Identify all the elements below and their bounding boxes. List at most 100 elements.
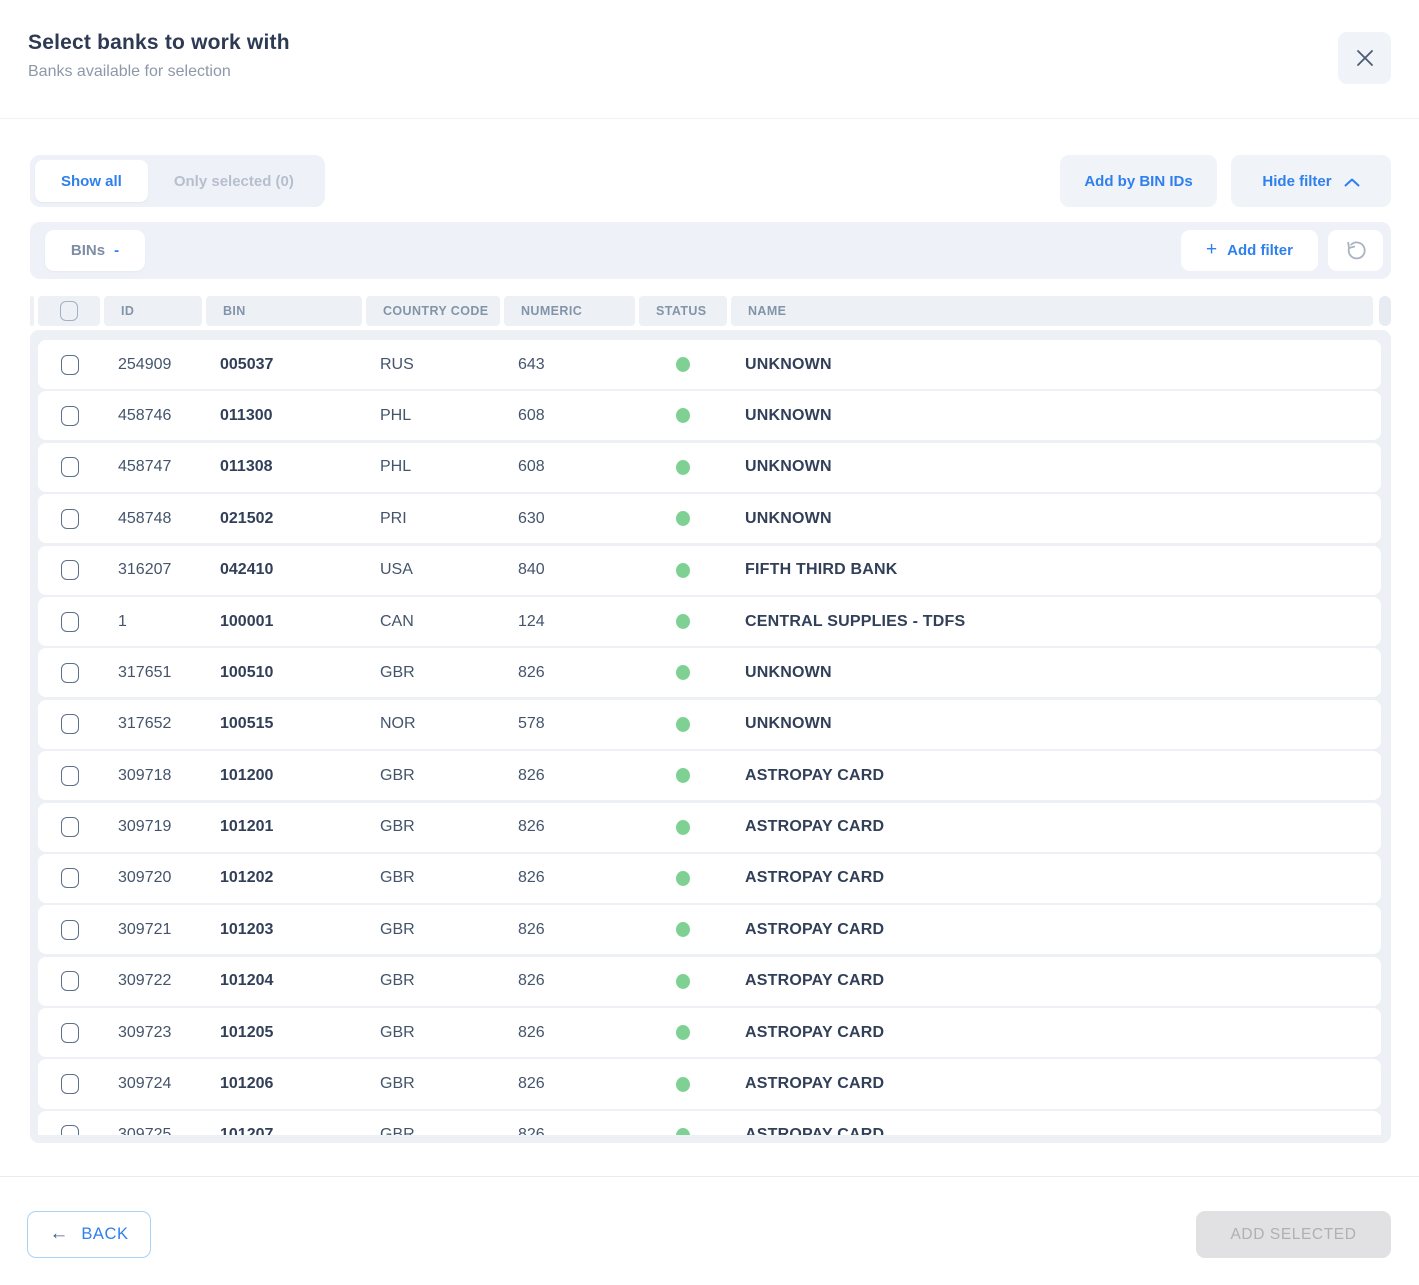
cell-numeric: 826 [502, 921, 637, 939]
row-checkbox[interactable] [61, 612, 79, 632]
cell-name: UNKNOWN [729, 715, 1381, 733]
row-checkbox[interactable] [61, 1074, 79, 1094]
status-dot [676, 768, 690, 783]
column-header-numeric[interactable]: NUMERIC [504, 296, 635, 326]
cell-numeric: 630 [502, 510, 637, 528]
row-checkbox[interactable] [61, 920, 79, 940]
column-header-country-code[interactable]: COUNTRY CODE [366, 296, 500, 326]
table-row[interactable]: 309720 101202 GBR 826 ASTROPAY CARD [38, 854, 1381, 903]
vertical-scrollbar-thumb[interactable] [1379, 296, 1391, 326]
row-checkbox[interactable] [61, 1125, 79, 1143]
cell-numeric: 826 [502, 1126, 637, 1143]
tab-only-selected[interactable]: Only selected (0) [148, 160, 320, 202]
status-dot [676, 614, 690, 629]
tab-show-all[interactable]: Show all [35, 160, 148, 202]
add-by-bin-ids-button[interactable]: Add by BIN IDs [1060, 155, 1217, 207]
column-header-bin[interactable]: BIN [206, 296, 362, 326]
row-checkbox[interactable] [61, 1023, 79, 1043]
status-dot [676, 408, 690, 423]
select-all-checkbox[interactable] [60, 301, 78, 321]
cell-name: UNKNOWN [729, 458, 1381, 476]
cell-name: UNKNOWN [729, 510, 1381, 528]
filter-chip-bins[interactable]: BINs - [45, 230, 145, 271]
table-row[interactable]: 316207 042410 USA 840 FIFTH THIRD BANK [38, 546, 1381, 595]
column-header-status[interactable]: STATUS [639, 296, 727, 326]
back-button[interactable]: ← BACK [27, 1211, 151, 1258]
row-checkbox[interactable] [61, 868, 79, 888]
cell-country-code: RUS [364, 356, 502, 374]
column-header-name[interactable]: NAME [731, 296, 1373, 326]
cell-country-code: GBR [364, 1075, 502, 1093]
add-selected-button[interactable]: ADD SELECTED [1196, 1211, 1391, 1258]
hide-filter-button[interactable]: Hide filter [1231, 155, 1391, 207]
cell-numeric: 826 [502, 1075, 637, 1093]
cell-numeric: 578 [502, 715, 637, 733]
cell-numeric: 826 [502, 1024, 637, 1042]
arrow-left-icon: ← [49, 1224, 68, 1243]
cell-name: UNKNOWN [729, 664, 1381, 682]
table-header-edge [30, 296, 34, 326]
cell-bin: 021502 [204, 510, 364, 528]
row-checkbox[interactable] [61, 509, 79, 529]
cell-bin: 100001 [204, 613, 364, 631]
row-checkbox[interactable] [61, 766, 79, 786]
cell-name: UNKNOWN [729, 356, 1381, 374]
row-checkbox[interactable] [61, 714, 79, 734]
cell-name: ASTROPAY CARD [729, 767, 1381, 785]
back-label: BACK [81, 1225, 128, 1244]
cell-country-code: PRI [364, 510, 502, 528]
cell-id: 254909 [102, 356, 204, 374]
row-checkbox[interactable] [61, 560, 79, 580]
row-checkbox[interactable] [61, 355, 79, 375]
column-header-id[interactable]: ID [104, 296, 202, 326]
cell-bin: 100510 [204, 664, 364, 682]
table-row[interactable]: 309723 101205 GBR 826 ASTROPAY CARD [38, 1008, 1381, 1057]
cell-id: 309723 [102, 1024, 204, 1042]
table-row[interactable]: 309718 101200 GBR 826 ASTROPAY CARD [38, 751, 1381, 800]
row-checkbox[interactable] [61, 457, 79, 477]
row-checkbox[interactable] [61, 817, 79, 837]
status-dot [676, 974, 690, 989]
table-row[interactable]: 309719 101201 GBR 826 ASTROPAY CARD [38, 803, 1381, 852]
cell-numeric: 826 [502, 818, 637, 836]
view-tabs: Show all Only selected (0) [30, 155, 325, 207]
cell-name: ASTROPAY CARD [729, 869, 1381, 887]
cell-name: ASTROPAY CARD [729, 921, 1381, 939]
row-checkbox[interactable] [61, 971, 79, 991]
filter-chip-value: - [114, 242, 119, 259]
table-row[interactable]: 309724 101206 GBR 826 ASTROPAY CARD [38, 1059, 1381, 1108]
status-dot [676, 1128, 690, 1143]
table-row[interactable]: 309725 101207 GBR 826 ASTROPAY CARD [38, 1111, 1381, 1143]
close-icon [1356, 49, 1374, 67]
table-row[interactable]: 458747 011308 PHL 608 UNKNOWN [38, 443, 1381, 492]
cell-id: 458747 [102, 458, 204, 476]
cell-name: UNKNOWN [729, 407, 1381, 425]
add-filter-button[interactable]: + Add filter [1181, 230, 1318, 271]
cell-bin: 011308 [204, 458, 364, 476]
close-button[interactable] [1338, 32, 1391, 84]
table-row[interactable]: 317652 100515 NOR 578 UNKNOWN [38, 700, 1381, 749]
table-row[interactable]: 1 100001 CAN 124 CENTRAL SUPPLIES - TDFS [38, 597, 1381, 646]
table-row[interactable]: 317651 100510 GBR 826 UNKNOWN [38, 648, 1381, 697]
table-row[interactable]: 309721 101203 GBR 826 ASTROPAY CARD [38, 905, 1381, 954]
cell-country-code: GBR [364, 921, 502, 939]
cell-country-code: NOR [364, 715, 502, 733]
banks-table: ID BIN COUNTRY CODE NUMERIC STATUS NAME … [30, 293, 1391, 1143]
cell-bin: 101203 [204, 921, 364, 939]
cell-country-code: GBR [364, 818, 502, 836]
filter-bar: BINs - + Add filter [30, 222, 1391, 279]
reset-filters-button[interactable] [1328, 230, 1383, 271]
table-row[interactable]: 254909 005037 RUS 643 UNKNOWN [38, 340, 1381, 389]
table-row[interactable]: 458748 021502 PRI 630 UNKNOWN [38, 494, 1381, 543]
table-row[interactable]: 309722 101204 GBR 826 ASTROPAY CARD [38, 957, 1381, 1006]
cell-country-code: PHL [364, 458, 502, 476]
header-divider [0, 118, 1419, 119]
cell-name: FIFTH THIRD BANK [729, 561, 1381, 579]
hide-filter-label: Hide filter [1262, 173, 1331, 190]
add-filter-label: Add filter [1227, 242, 1293, 259]
cell-country-code: USA [364, 561, 502, 579]
table-row[interactable]: 458746 011300 PHL 608 UNKNOWN [38, 391, 1381, 440]
cell-numeric: 826 [502, 972, 637, 990]
row-checkbox[interactable] [61, 663, 79, 683]
row-checkbox[interactable] [61, 406, 79, 426]
